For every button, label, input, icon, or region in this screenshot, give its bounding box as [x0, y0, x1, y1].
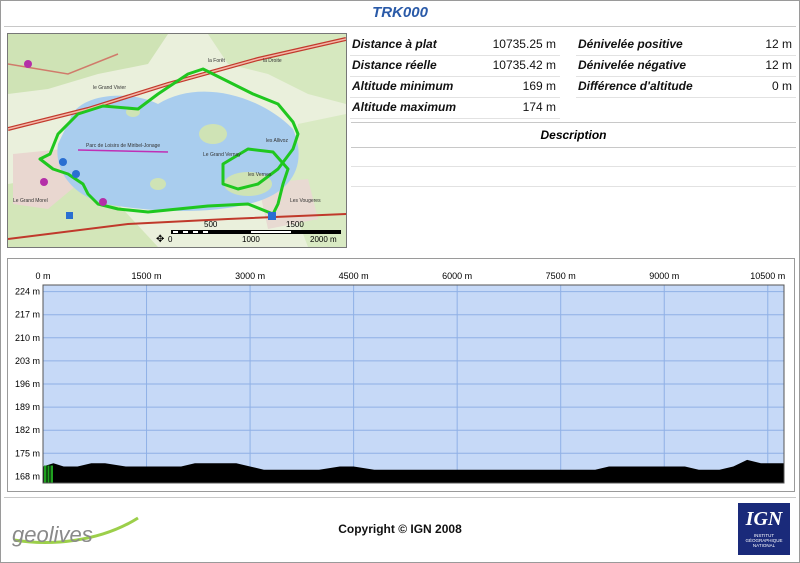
parking-icon — [268, 212, 276, 220]
north-arrow-icon: ✥ — [156, 234, 164, 245]
title-divider — [4, 26, 796, 27]
stat-label: Altitude maximum — [352, 100, 457, 114]
poi-icon — [24, 60, 32, 68]
track-title: TRK000 — [372, 4, 428, 21]
scale-label: 1000 — [242, 235, 260, 244]
description-line — [351, 166, 796, 167]
x-tick-label: 0 m — [35, 271, 50, 281]
island — [199, 124, 227, 144]
stat-label: Dénivelée positive — [578, 37, 683, 51]
map-place-name: la Droite — [263, 58, 282, 64]
stat-label: Distance à plat — [352, 37, 437, 51]
scale-label: 2000 m — [310, 235, 337, 244]
y-tick-label: 217 m — [15, 310, 40, 320]
start-marker — [44, 465, 53, 483]
map-place-name: Le Grand Morel — [13, 198, 48, 204]
stat-value: 10735.25 m — [492, 37, 556, 51]
x-tick-label: 1500 m — [132, 271, 162, 281]
x-tick-label: 3000 m — [235, 271, 265, 281]
stat-row: Distance réelle 10735.42 m — [350, 55, 560, 77]
elevation-chart: 0 m 1500 m 3000 m 4500 m 6000 m 7500 m 9000 m 1… — [15, 271, 785, 484]
stat-row: Dénivelée positive 12 m — [576, 34, 796, 56]
stat-value: 12 m — [765, 37, 792, 51]
y-tick-label: 168 m — [15, 471, 40, 481]
stat-value: 0 m — [771, 79, 792, 93]
stat-value: 10735.42 m — [492, 58, 556, 72]
poi-icon — [99, 198, 107, 206]
y-tick-label: 224 m — [15, 287, 40, 297]
description-header: Description — [351, 122, 796, 148]
map-place-name: Les Vougeres — [290, 198, 321, 204]
stat-row: Différence d'altitude 0 m — [576, 76, 796, 98]
stat-row: Altitude minimum 169 m — [350, 76, 560, 98]
scale-label: 0 — [168, 235, 173, 244]
stat-value: 12 m — [765, 58, 792, 72]
x-tick-label: 4500 m — [339, 271, 369, 281]
track-map[interactable]: Parc de Loisirs de Miribel-Jonage le Gra… — [7, 33, 347, 248]
x-tick-label: 10500 m — [750, 271, 785, 281]
elevation-profile: 0 m 1500 m 3000 m 4500 m 6000 m 7500 m 9000 m 1… — [7, 258, 795, 492]
map-place-name: Le Grand Vernay — [203, 152, 241, 158]
stat-row: Dénivelée négative 12 m — [576, 55, 796, 77]
description-line — [351, 186, 796, 187]
ign-logo: IGN INSTITUT GÉOGRAPHIQUE NATIONAL — [738, 503, 790, 555]
y-tick-label: 189 m — [15, 402, 40, 412]
y-tick-label: 196 m — [15, 379, 40, 389]
stat-row: Distance à plat 10735.25 m — [350, 34, 560, 56]
stat-value: 174 m — [522, 100, 556, 114]
map-place-name: les Vernes — [248, 172, 272, 178]
map-canvas: Parc de Loisirs de Miribel-Jonage le Gra… — [8, 34, 346, 247]
map-place-name: les Allivoz — [266, 138, 288, 144]
ign-logo-text: IGN — [745, 508, 783, 530]
stat-row: Altitude maximum 174 m — [350, 97, 560, 119]
x-tick-label: 6000 m — [442, 271, 472, 281]
copyright-text: Copyright © IGN 2008 — [338, 522, 462, 536]
parking-icon — [66, 212, 73, 219]
stat-label: Distance réelle — [352, 58, 437, 72]
x-tick-label: 9000 m — [649, 271, 679, 281]
scale-label: 1500 — [286, 220, 304, 229]
stat-label: Différence d'altitude — [578, 79, 693, 93]
scale-label: 500 — [204, 220, 218, 229]
map-label-park: Parc de Loisirs de Miribel-Jonage — [86, 143, 160, 149]
x-tick-label: 7500 m — [546, 271, 576, 281]
y-tick-label: 175 m — [15, 448, 40, 458]
stat-label: Dénivelée négative — [578, 58, 687, 72]
footer-divider — [4, 497, 796, 498]
map-place-name: la Forêt — [208, 58, 226, 64]
poi-icon — [40, 178, 48, 186]
stat-label: Altitude minimum — [352, 79, 454, 93]
stat-value: 169 m — [522, 79, 556, 93]
island — [150, 178, 166, 190]
poi-icon — [72, 170, 80, 178]
map-place-name: le Grand Vivier — [93, 85, 126, 91]
y-tick-label: 182 m — [15, 425, 40, 435]
poi-icon — [59, 158, 67, 166]
y-tick-label: 203 m — [15, 356, 40, 366]
ign-logo-sub: NATIONAL — [752, 543, 776, 548]
y-tick-label: 210 m — [15, 333, 40, 343]
